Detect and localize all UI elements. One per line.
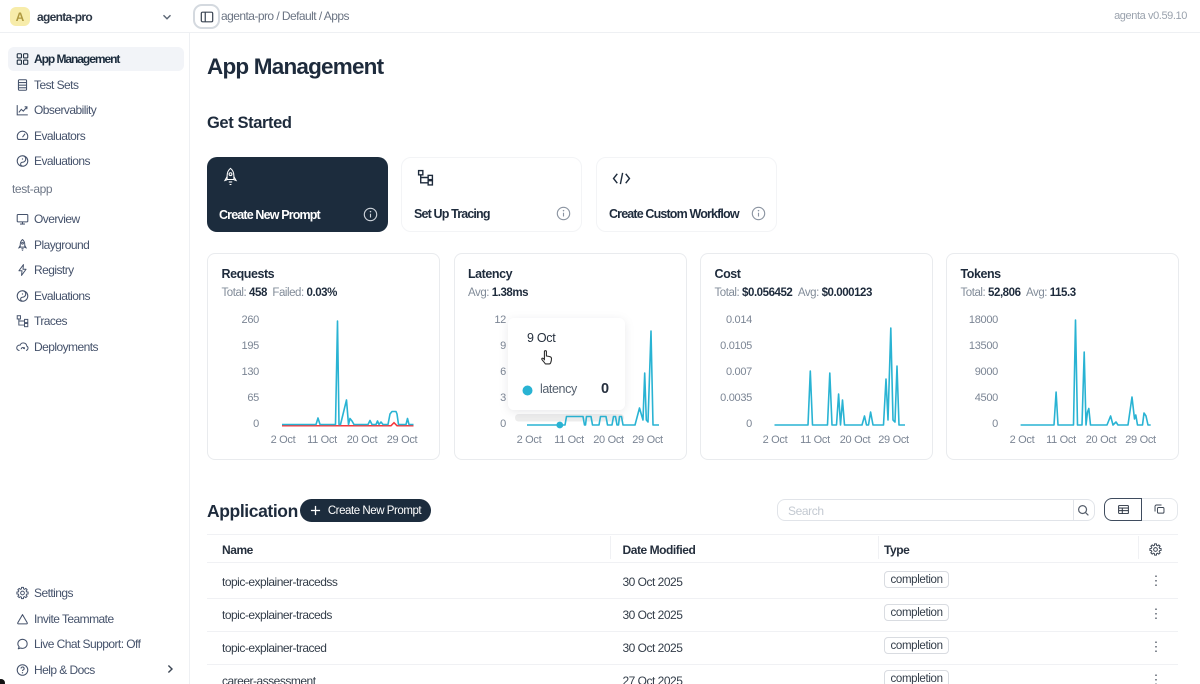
svg-text:29 Oct: 29 Oct [878,434,909,446]
svg-text:195: 195 [242,340,260,352]
svg-text:20 Oct: 20 Oct [840,434,871,446]
svg-text:2 Oct: 2 Oct [516,434,541,446]
svg-text:0: 0 [253,418,259,430]
svg-text:9: 9 [500,340,506,352]
svg-text:11 Oct: 11 Oct [307,434,337,446]
svg-text:29 Oct: 29 Oct [632,434,663,446]
svg-text:11 Oct: 11 Oct [1046,434,1076,446]
svg-text:130: 130 [242,366,260,378]
svg-text:2 Oct: 2 Oct [763,434,788,446]
svg-text:6: 6 [500,366,506,378]
svg-text:20 Oct: 20 Oct [593,434,624,446]
svg-text:12: 12 [494,314,506,326]
svg-text:11 Oct: 11 Oct [554,434,584,446]
svg-text:0.007: 0.007 [726,366,752,378]
svg-text:20 Oct: 20 Oct [1086,434,1117,446]
svg-text:0: 0 [500,418,506,430]
svg-text:3: 3 [500,392,506,404]
svg-text:0.014: 0.014 [726,314,752,326]
svg-text:13500: 13500 [969,340,998,352]
svg-text:29 Oct: 29 Oct [387,434,418,446]
svg-text:0: 0 [992,418,998,430]
svg-text:0: 0 [746,418,752,430]
svg-text:260: 260 [242,314,260,326]
svg-text:0.0035: 0.0035 [720,392,752,404]
svg-text:2 Oct: 2 Oct [1010,434,1035,446]
svg-text:65: 65 [247,392,259,404]
svg-text:18000: 18000 [969,314,998,326]
svg-text:9000: 9000 [975,366,998,378]
svg-text:20 Oct: 20 Oct [347,434,378,446]
svg-text:2 Oct: 2 Oct [271,434,296,446]
svg-text:0.0105: 0.0105 [720,340,752,352]
svg-text:11 Oct: 11 Oct [800,434,830,446]
svg-text:4500: 4500 [975,392,998,404]
svg-text:29 Oct: 29 Oct [1125,434,1156,446]
